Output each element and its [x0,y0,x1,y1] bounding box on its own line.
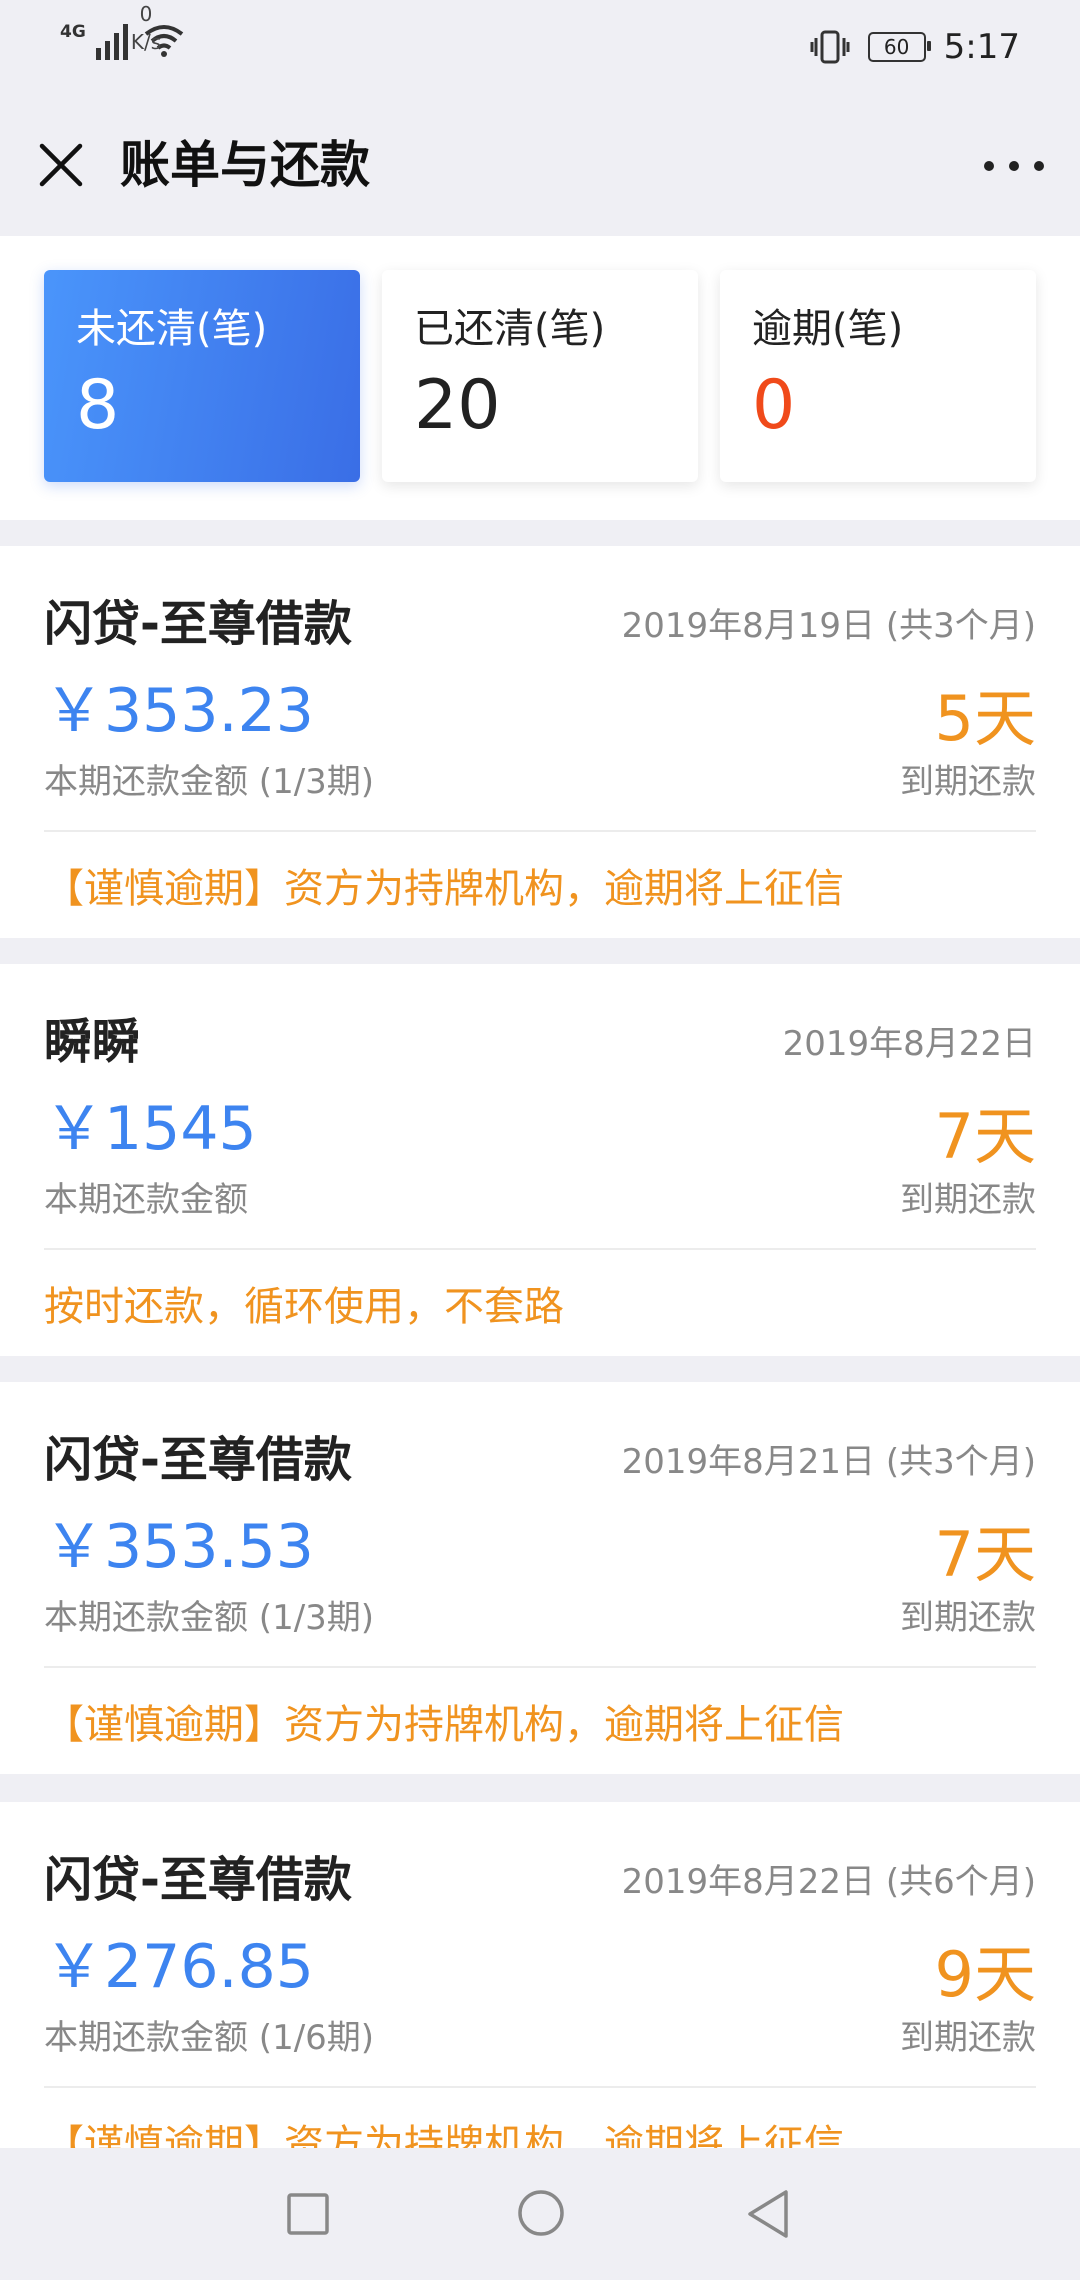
close-icon[interactable] [36,140,86,190]
stat-value: 0 [752,366,796,445]
bill-name: 闪贷-至尊借款 [44,1432,352,1488]
bill-amount: ￥353.53 [44,1512,314,1582]
bill-notice: 【谨慎逾期】资方为持牌机构，逾期将上征信 [44,1702,844,1748]
bill-due-label: 到期还款 [900,762,1036,802]
divider [44,830,1036,832]
bill-due-label: 到期还款 [900,2018,1036,2058]
bill-date: 2019年8月21日 (共3个月) [621,1442,1036,1482]
divider [44,1666,1036,1668]
network-speed: 0 K/s [116,0,176,56]
divider [44,1248,1036,1250]
stat-label: 未还清(笔) [76,306,268,352]
bill-name: 瞬瞬 [44,1014,141,1070]
stat-label: 已还清(笔) [414,306,606,352]
network-speed-unit: K/s [130,30,162,54]
stat-paid-tab[interactable]: 已还清(笔) 20 [382,270,698,482]
bill-date: 2019年8月19日 (共3个月) [621,606,1036,646]
bill-amount: ￥276.85 [44,1932,314,2002]
nav-recent-icon[interactable] [286,2192,330,2236]
more-icon[interactable] [984,148,1044,184]
bill-date: 2019年8月22日 (共6个月) [621,1862,1036,1902]
bill-days: 9天 [934,1938,1036,2011]
bill-card[interactable]: 闪贷-至尊借款 2019年8月19日 (共3个月) ￥353.23 5天 本期还… [0,546,1080,938]
bill-name: 闪贷-至尊借款 [44,1852,352,1908]
bill-amount: ￥353.23 [44,676,314,746]
stat-overdue-tab[interactable]: 逾期(笔) 0 [720,270,1036,482]
bill-date: 2019年8月22日 [782,1024,1036,1064]
bill-subtitle: 本期还款金额 [44,1180,248,1220]
system-nav-bar [0,2148,1080,2280]
bill-days: 7天 [934,1518,1036,1591]
bill-name: 闪贷-至尊借款 [44,596,352,652]
vibrate-icon [810,30,850,64]
stat-unpaid-tab[interactable]: 未还清(笔) 8 [44,270,360,482]
nav-back-icon[interactable] [744,2188,792,2240]
bill-card[interactable]: 闪贷-至尊借款 2019年8月21日 (共3个月) ￥353.53 7天 本期还… [0,1382,1080,1774]
title-bar: 账单与还款 [0,96,1080,236]
network-speed-value: 0 [139,2,153,26]
stat-label: 逾期(笔) [752,306,904,352]
battery-icon: 60 [867,32,931,62]
bill-amount: ￥1545 [44,1094,257,1164]
stat-value: 20 [414,366,501,445]
bill-subtitle: 本期还款金额 (1/6期) [44,2018,375,2058]
bill-days: 7天 [934,1100,1036,1173]
bill-notice: 【谨慎逾期】资方为持牌机构，逾期将上征信 [44,866,844,912]
bill-due-label: 到期还款 [900,1598,1036,1638]
nav-home-icon[interactable] [516,2188,566,2238]
network-type: 4G [60,22,86,42]
bill-due-label: 到期还款 [900,1180,1036,1220]
bill-card[interactable]: 闪贷-至尊借款 2019年8月22日 (共6个月) ￥276.85 9天 本期还… [0,1802,1080,2194]
battery-level: 60 [883,35,910,59]
bill-notice: 按时还款，循环使用，不套路 [44,1284,564,1330]
status-right: 60 5:17 [810,22,1020,72]
clock: 5:17 [943,27,1020,67]
bill-subtitle: 本期还款金额 (1/3期) [44,1598,375,1638]
status-bar: 4G 0 K/s 60 5:17 [0,0,1080,96]
divider [44,2086,1036,2088]
stats-panel: 未还清(笔) 8 已还清(笔) 20 逾期(笔) 0 [0,236,1080,520]
bill-subtitle: 本期还款金额 (1/3期) [44,762,375,802]
bill-card[interactable]: 瞬瞬 2019年8月22日 ￥1545 7天 本期还款金额 到期还款 按时还款，… [0,964,1080,1356]
stat-value: 8 [76,366,120,445]
page-title: 账单与还款 [120,136,370,194]
bill-days: 5天 [934,682,1036,755]
